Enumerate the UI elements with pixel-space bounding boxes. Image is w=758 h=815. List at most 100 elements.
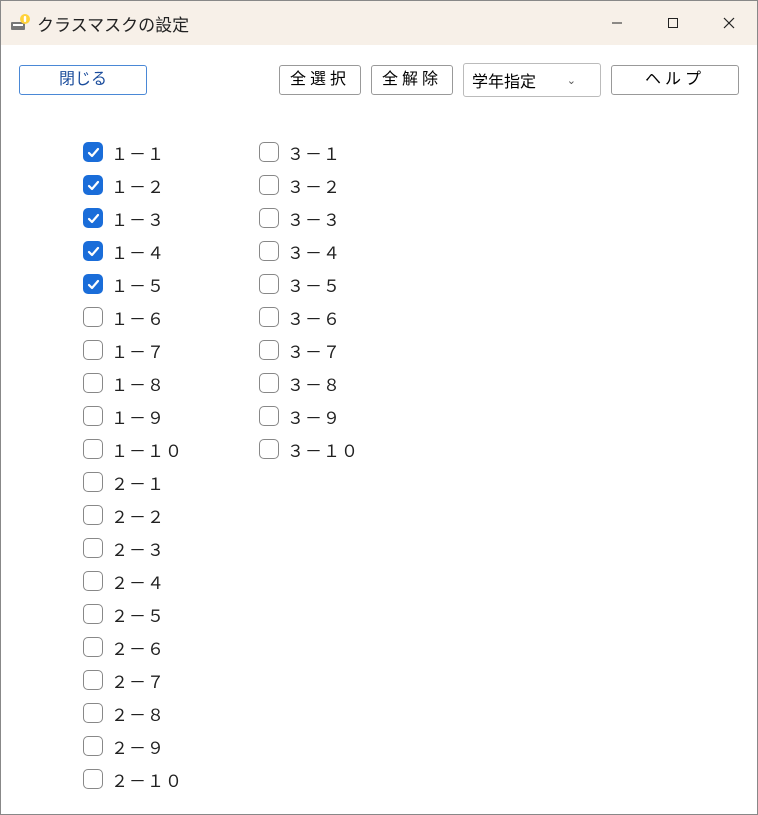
class-checkbox[interactable]	[83, 604, 103, 624]
checkbox-row: １－５	[83, 273, 183, 295]
class-label: ３－２	[287, 173, 341, 198]
class-label: ３－９	[287, 404, 341, 429]
window-controls	[589, 1, 757, 45]
class-label: ２－６	[111, 635, 165, 660]
class-checkbox[interactable]	[83, 472, 103, 492]
class-label: ３－７	[287, 338, 341, 363]
class-checkbox[interactable]	[83, 340, 103, 360]
class-checkbox[interactable]	[83, 703, 103, 723]
class-label: １－１	[111, 140, 165, 165]
class-label: ２－３	[111, 536, 165, 561]
class-checkbox[interactable]	[259, 208, 279, 228]
class-label: １－３	[111, 206, 165, 231]
class-checkbox[interactable]	[83, 142, 103, 162]
class-label: ２－１	[111, 470, 165, 495]
toolbar: 閉じる 全選択 全解除 学年指定 ⌄ ヘルプ	[1, 45, 757, 107]
select-all-button[interactable]: 全選択	[279, 65, 361, 96]
class-label: ２－５	[111, 602, 165, 627]
class-checkbox[interactable]	[83, 769, 103, 789]
checkbox-row: ３－７	[259, 339, 359, 361]
class-label: ３－３	[287, 206, 341, 231]
checkbox-row: ２－８	[83, 702, 183, 724]
class-label: １－９	[111, 404, 165, 429]
class-checkbox[interactable]	[83, 637, 103, 657]
class-checkbox[interactable]	[83, 175, 103, 195]
checkbox-row: ２－２	[83, 504, 183, 526]
checkbox-row: ２－３	[83, 537, 183, 559]
class-label: ２－８	[111, 701, 165, 726]
checkbox-row: ２－４	[83, 570, 183, 592]
class-label: １－１０	[111, 437, 183, 462]
class-label: １－２	[111, 173, 165, 198]
checkbox-column: ３－１ ３－２ ３－３ ３－４ ３－５ ３－６ ３－７ ３－８ ３－９ ３－１０	[259, 141, 359, 790]
class-label: ２－７	[111, 668, 165, 693]
class-checkbox[interactable]	[259, 373, 279, 393]
class-checkbox[interactable]	[83, 571, 103, 591]
help-button[interactable]: ヘルプ	[611, 65, 739, 96]
class-label: １－７	[111, 338, 165, 363]
checkbox-row: ３－１０	[259, 438, 359, 460]
class-label: １－５	[111, 272, 165, 297]
class-checkbox[interactable]	[259, 175, 279, 195]
checkbox-row: ３－２	[259, 174, 359, 196]
class-checkbox[interactable]	[259, 439, 279, 459]
checkbox-row: ２－５	[83, 603, 183, 625]
checkbox-row: ３－５	[259, 273, 359, 295]
checkbox-row: ３－４	[259, 240, 359, 262]
checkbox-row: １－７	[83, 339, 183, 361]
class-label: ３－６	[287, 305, 341, 330]
class-label: ３－４	[287, 239, 341, 264]
checkbox-row: １－１０	[83, 438, 183, 460]
class-checkbox[interactable]	[83, 736, 103, 756]
class-checkbox[interactable]	[83, 274, 103, 294]
checkbox-row: １－４	[83, 240, 183, 262]
class-checkbox[interactable]	[83, 505, 103, 525]
class-checkbox[interactable]	[259, 241, 279, 261]
checkbox-row: １－９	[83, 405, 183, 427]
chevron-down-icon: ⌄	[567, 74, 576, 87]
class-label: ３－５	[287, 272, 341, 297]
grade-select-wrap: 学年指定 ⌄	[463, 63, 601, 97]
checkbox-row: ３－９	[259, 405, 359, 427]
class-checkbox[interactable]	[83, 670, 103, 690]
minimize-button[interactable]	[589, 1, 645, 45]
grade-select-label: 学年指定	[472, 68, 536, 92]
checkbox-row: ２－９	[83, 735, 183, 757]
class-checkbox[interactable]	[83, 406, 103, 426]
app-icon	[9, 12, 31, 34]
close-button[interactable]: 閉じる	[19, 65, 147, 96]
class-label: ３－８	[287, 371, 341, 396]
class-checkbox[interactable]	[83, 439, 103, 459]
class-checkbox[interactable]	[83, 538, 103, 558]
checkbox-row: １－１	[83, 141, 183, 163]
checkbox-row: ２－６	[83, 636, 183, 658]
checkbox-row: １－８	[83, 372, 183, 394]
class-checkbox[interactable]	[83, 241, 103, 261]
class-checkbox[interactable]	[259, 274, 279, 294]
class-checkbox[interactable]	[83, 307, 103, 327]
class-label: １－６	[111, 305, 165, 330]
checkbox-row: ３－６	[259, 306, 359, 328]
checkbox-row: ３－３	[259, 207, 359, 229]
checkbox-row: ３－８	[259, 372, 359, 394]
checkbox-row: ２－７	[83, 669, 183, 691]
class-label: ２－１０	[111, 767, 183, 792]
class-checkbox[interactable]	[83, 373, 103, 393]
deselect-all-button[interactable]: 全解除	[371, 65, 453, 96]
checkbox-grid: １－１ １－２ １－３ １－４ １－５ １－６ １－７ １－８ １－９ １－１０ ２－１ ２－２ ２－３…	[1, 107, 757, 810]
class-checkbox[interactable]	[259, 340, 279, 360]
checkbox-row: ３－１	[259, 141, 359, 163]
class-checkbox[interactable]	[259, 307, 279, 327]
class-label: ２－２	[111, 503, 165, 528]
checkbox-row: １－２	[83, 174, 183, 196]
grade-select[interactable]: 学年指定 ⌄	[463, 63, 601, 97]
class-checkbox[interactable]	[83, 208, 103, 228]
maximize-button[interactable]	[645, 1, 701, 45]
class-checkbox[interactable]	[259, 142, 279, 162]
class-checkbox[interactable]	[259, 406, 279, 426]
close-window-button[interactable]	[701, 1, 757, 45]
checkbox-row: １－６	[83, 306, 183, 328]
class-label: ３－１	[287, 140, 341, 165]
titlebar: クラスマスクの設定	[1, 1, 757, 45]
checkbox-column: １－１ １－２ １－３ １－４ １－５ １－６ １－７ １－８ １－９ １－１０ ２－１ ２－２ ２－３…	[83, 141, 183, 790]
